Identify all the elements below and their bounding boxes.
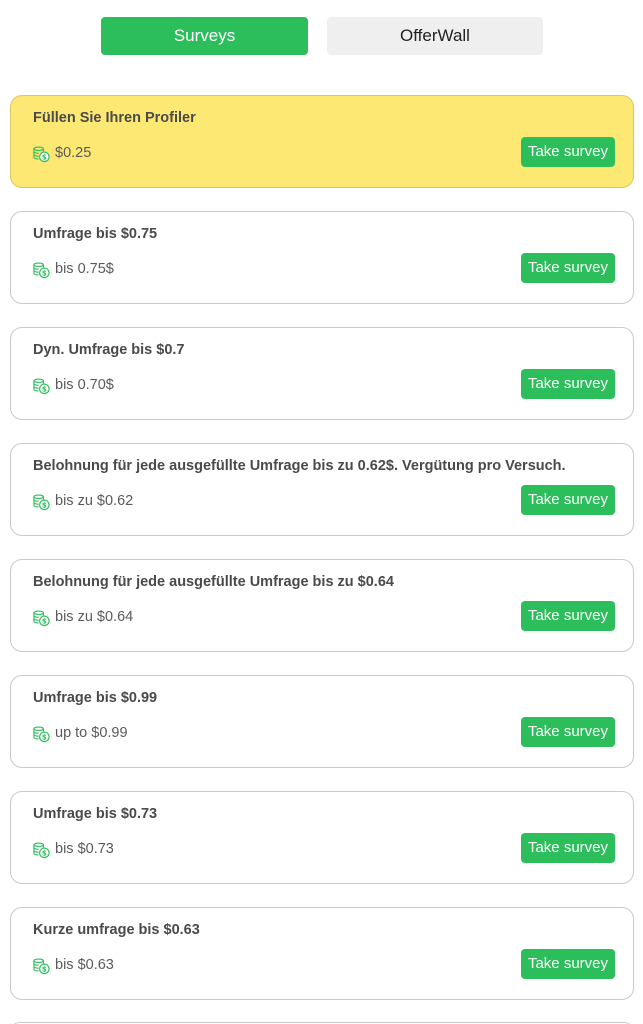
reward-amount: up to $0.99 [55,725,128,741]
survey-reward: $ $0.25 [32,143,91,163]
reward-amount: bis $0.73 [55,841,114,857]
take-survey-button[interactable]: Take survey [521,253,615,283]
reward-amount: bis zu $0.62 [55,493,134,509]
survey-title: Umfrage bis $0.75 [33,226,158,242]
money-coins-icon: $ [33,609,50,626]
survey-reward: $ bis 0.75$ [32,259,114,279]
survey-reward: $ bis $0.63 [32,955,114,975]
svg-text:$: $ [42,616,47,625]
svg-text:$: $ [42,500,47,509]
survey-card: Umfrage bis $0.75 $ bis 0.75$ Take surve… [10,211,634,304]
money-coins-icon: $ [33,957,50,974]
survey-title: Belohnung für jede ausgefüllte Umfrage b… [33,574,394,590]
survey-card: Umfrage bis $0.99 $ up to $0.99 Take sur… [10,675,634,768]
survey-card: Belohnung für jede ausgefüllte Umfrage b… [10,559,634,652]
svg-text:$: $ [42,152,47,161]
take-survey-button[interactable]: Take survey [521,717,615,747]
tab-offerwall[interactable]: OfferWall [327,17,543,55]
survey-card: Füllen Sie Ihren Profiler $ $0.25 Take s… [10,95,634,188]
take-survey-button[interactable]: Take survey [521,833,615,863]
reward-amount: bis zu $0.64 [55,609,134,625]
take-survey-button[interactable]: Take survey [521,369,615,399]
survey-card: Kurze umfrage bis $0.63 $ bis $0.63 Take… [10,907,634,1000]
survey-title: Umfrage bis $0.73 [33,806,158,822]
svg-text:$: $ [42,848,47,857]
survey-reward: $ up to $0.99 [32,723,128,743]
tab-surveys[interactable]: Surveys [101,17,308,55]
reward-amount: bis 0.70$ [55,377,114,393]
reward-amount: bis 0.75$ [55,261,114,277]
survey-title: Füllen Sie Ihren Profiler [33,110,196,126]
reward-amount: bis $0.63 [55,957,114,973]
survey-reward: $ bis 0.70$ [32,375,114,395]
survey-card: Umfrage bis $0.73 $ bis $0.73 Take surve… [10,791,634,884]
svg-text:$: $ [42,268,47,277]
survey-reward: $ bis zu $0.62 [32,491,133,511]
survey-title: Belohnung für jede ausgefüllte Umfrage b… [33,458,566,474]
survey-card: Belohnung für jede ausgefüllte Umfrage b… [10,443,634,536]
svg-text:$: $ [42,384,47,393]
survey-list: Füllen Sie Ihren Profiler $ $0.25 Take s… [10,95,634,1023]
take-survey-button[interactable]: Take survey [521,137,615,167]
survey-reward: $ bis zu $0.64 [32,607,133,627]
money-coins-icon: $ [33,493,50,510]
svg-text:$: $ [42,732,47,741]
survey-title: Umfrage bis $0.99 [33,690,158,706]
survey-page: Surveys OfferWall Füllen Sie Ihren Profi… [0,0,643,1024]
svg-text:$: $ [42,964,47,973]
money-coins-icon: $ [33,145,50,162]
survey-card: Dyn. Umfrage bis $0.7 $ bis 0.70$ Take s… [10,327,634,420]
money-coins-icon: $ [33,261,50,278]
reward-amount: $0.25 [55,145,92,161]
take-survey-button[interactable]: Take survey [521,949,615,979]
survey-title: Kurze umfrage bis $0.63 [33,922,200,938]
take-survey-button[interactable]: Take survey [521,601,615,631]
tab-bar: Surveys OfferWall [0,17,643,55]
money-coins-icon: $ [33,841,50,858]
survey-title: Dyn. Umfrage bis $0.7 [33,342,185,358]
money-coins-icon: $ [33,377,50,394]
take-survey-button[interactable]: Take survey [521,485,615,515]
survey-reward: $ bis $0.73 [32,839,114,859]
money-coins-icon: $ [33,725,50,742]
